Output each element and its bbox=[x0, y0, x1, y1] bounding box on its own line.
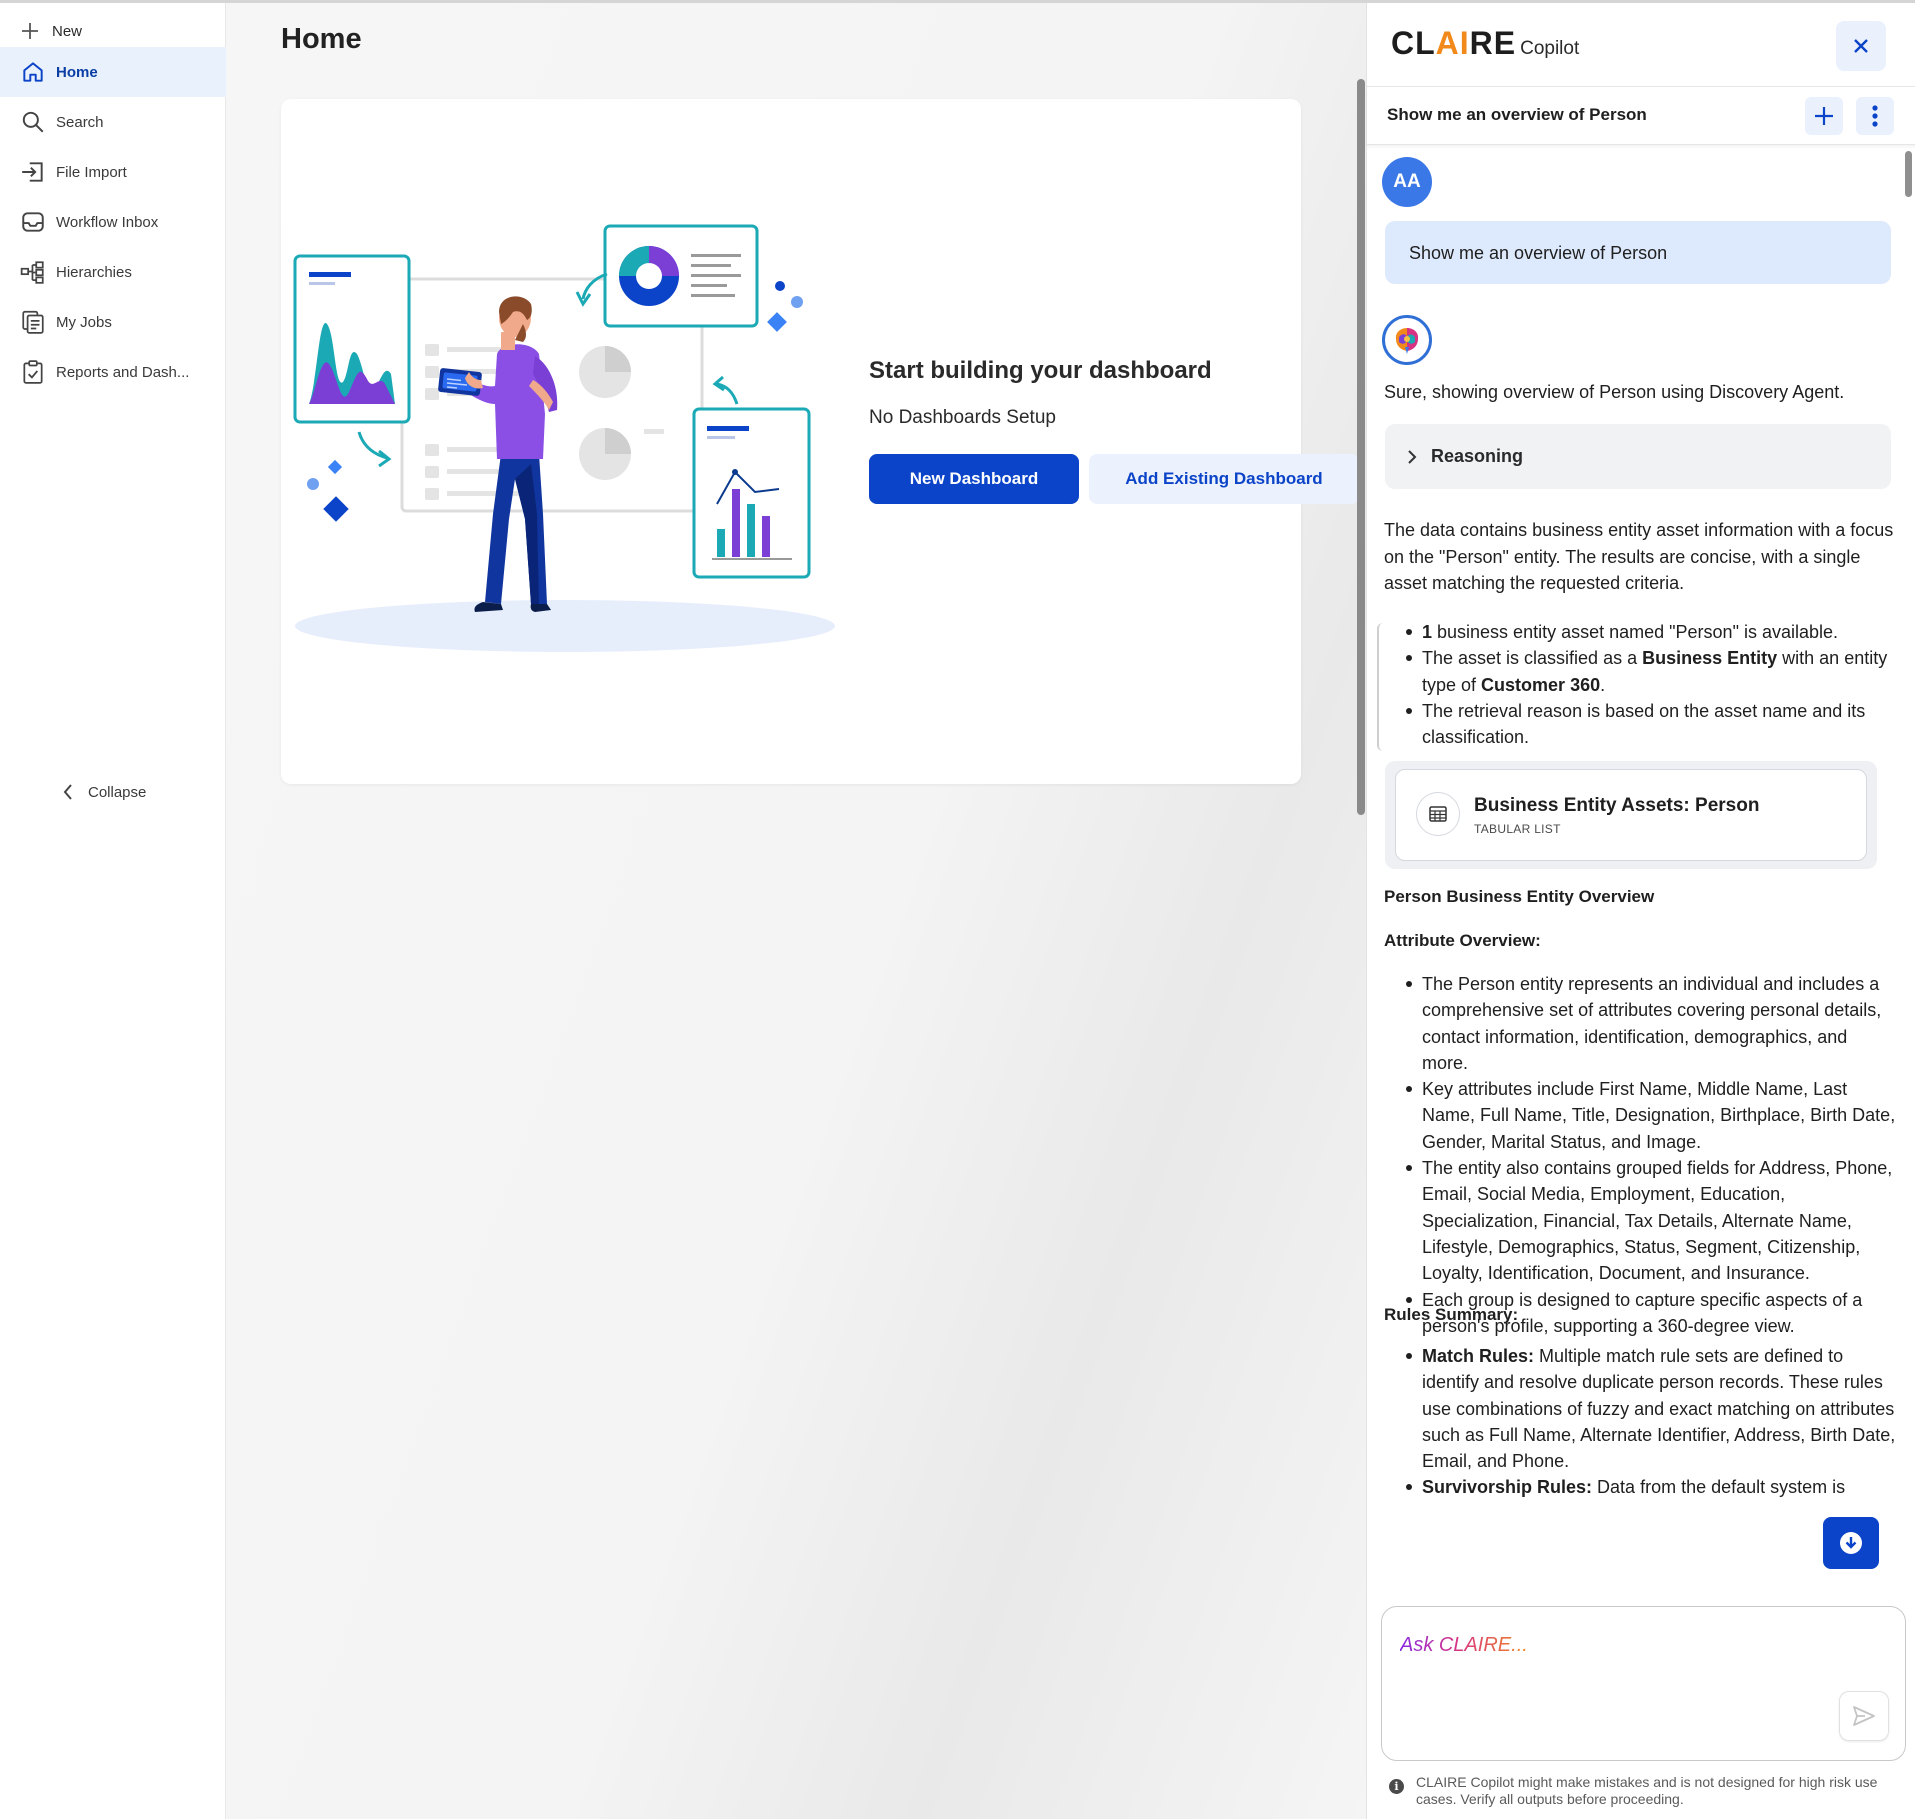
sidebar-item-label: Hierarchies bbox=[56, 263, 132, 281]
business-entity-assets-card[interactable]: Business Entity Assets: Person TABULAR L… bbox=[1395, 769, 1867, 861]
info-icon: i bbox=[1389, 1779, 1404, 1794]
attribute-bullet: The entity also contains grouped fields … bbox=[1384, 1155, 1896, 1286]
rules-heading: Rules Summary: bbox=[1384, 1305, 1519, 1324]
clipboard-check-icon bbox=[23, 360, 43, 384]
sidebar-item-reports-dashboards[interactable]: Reports and Dash... bbox=[0, 347, 226, 397]
close-copilot-button[interactable] bbox=[1836, 21, 1886, 71]
close-icon bbox=[1854, 39, 1868, 53]
sidebar-item-my-jobs[interactable]: My Jobs bbox=[0, 297, 226, 347]
sidebar-item-label: Workflow Inbox bbox=[56, 213, 159, 231]
conversation-bar: Show me an overview of Person bbox=[1367, 87, 1915, 145]
collapse-button[interactable]: Collapse bbox=[62, 783, 146, 801]
plus-icon bbox=[1815, 107, 1833, 125]
new-dashboard-button[interactable]: New Dashboard bbox=[869, 454, 1079, 504]
scroll-to-bottom-button[interactable] bbox=[1823, 1517, 1879, 1569]
artifact-container: Business Entity Assets: Person TABULAR L… bbox=[1385, 761, 1877, 869]
empty-state-subtitle: No Dashboards Setup bbox=[869, 407, 1056, 428]
more-options-button[interactable] bbox=[1856, 97, 1894, 135]
table-icon bbox=[1416, 792, 1460, 836]
sidebar-item-hierarchies[interactable]: Hierarchies bbox=[0, 247, 226, 297]
claire-copilot-logo: CLAIRE Copilot bbox=[1391, 25, 1579, 62]
dashboard-illustration bbox=[293, 224, 835, 652]
jobs-icon bbox=[22, 310, 44, 334]
empty-state-title: Start building your dashboard bbox=[869, 357, 1212, 384]
inbox-icon bbox=[22, 212, 44, 232]
file-import-icon bbox=[22, 162, 43, 182]
summary-bullet: 1 business entity asset named "Person" i… bbox=[1384, 619, 1896, 645]
reasoning-label: Reasoning bbox=[1431, 446, 1524, 466]
send-icon bbox=[1853, 1706, 1875, 1726]
chevron-right-icon bbox=[1408, 449, 1417, 464]
copilot-header: CLAIRE Copilot bbox=[1367, 3, 1915, 87]
new-button[interactable]: New bbox=[20, 17, 82, 45]
claire-logo-text: CLAIRE bbox=[1391, 25, 1517, 61]
home-icon bbox=[23, 62, 43, 82]
sidebar: New Home Search File Import Workflow Inb… bbox=[0, 3, 226, 1819]
ai-intro-text: Sure, showing overview of Person using D… bbox=[1384, 382, 1845, 402]
page-title: Home bbox=[281, 23, 362, 55]
attribute-heading: Attribute Overview: bbox=[1384, 931, 1541, 950]
attribute-bullet-list: The Person entity represents an individu… bbox=[1384, 971, 1896, 1339]
plus-icon bbox=[22, 23, 38, 39]
copilot-brand-label: Copilot bbox=[1520, 38, 1580, 59]
chat-transcript[interactable]: AA Show me an overview of Person Sure, s… bbox=[1367, 145, 1915, 1601]
attribute-bullet: Key attributes include First Name, Middl… bbox=[1384, 1076, 1896, 1155]
reasoning-toggle[interactable]: Reasoning bbox=[1385, 424, 1891, 489]
disclaimer-text: CLAIRE Copilot might make mistakes and i… bbox=[1416, 1774, 1878, 1807]
sidebar-item-search[interactable]: Search bbox=[0, 97, 226, 147]
sidebar-item-label: Search bbox=[56, 113, 104, 131]
sidebar-item-workflow-inbox[interactable]: Workflow Inbox bbox=[0, 197, 226, 247]
user-avatar: AA bbox=[1382, 157, 1432, 207]
new-conversation-button[interactable] bbox=[1805, 97, 1843, 135]
summary-paragraph: The data contains business entity asset … bbox=[1384, 520, 1894, 593]
collapse-label: Collapse bbox=[88, 783, 147, 801]
overview-heading: Person Business Entity Overview bbox=[1384, 887, 1655, 906]
artifact-title: Business Entity Assets: Person bbox=[1474, 795, 1760, 816]
send-button[interactable] bbox=[1839, 1691, 1889, 1741]
new-label: New bbox=[52, 22, 83, 40]
hierarchy-icon bbox=[20, 261, 44, 284]
claire-brain-icon bbox=[1395, 328, 1419, 354]
chat-scrollbar[interactable] bbox=[1905, 151, 1912, 197]
claire-copilot-panel: CLAIRE Copilot Show me an overview of Pe… bbox=[1366, 3, 1915, 1819]
add-existing-dashboard-button[interactable]: Add Existing Dashboard bbox=[1089, 454, 1359, 504]
summary-bullet: The asset is classified as a Business En… bbox=[1384, 645, 1896, 698]
kebab-menu-icon bbox=[1872, 105, 1878, 127]
summary-bullet: The retrieval reason is based on the ass… bbox=[1384, 698, 1896, 751]
claire-avatar bbox=[1382, 315, 1432, 365]
attribute-bullet: The Person entity represents an individu… bbox=[1384, 971, 1896, 1076]
sidebar-item-label: Reports and Dash... bbox=[56, 363, 190, 381]
dashboard-empty-card: Start building your dashboard No Dashboa… bbox=[281, 99, 1359, 784]
sidebar-item-label: My Jobs bbox=[56, 313, 112, 331]
sidebar-item-file-import[interactable]: File Import bbox=[0, 147, 226, 197]
summary-quote-bar bbox=[1377, 623, 1383, 751]
ask-claire-input[interactable]: Ask CLAIRE... bbox=[1381, 1606, 1906, 1761]
sidebar-item-label: Home bbox=[56, 63, 98, 81]
rules-bullet: Match Rules: Multiple match rule sets ar… bbox=[1384, 1343, 1896, 1474]
arrow-down-circle-icon bbox=[1840, 1532, 1862, 1554]
user-message: Show me an overview of Person bbox=[1385, 221, 1891, 284]
artifact-subtitle: TABULAR LIST bbox=[1474, 822, 1561, 836]
chevron-left-icon bbox=[63, 784, 72, 800]
conversation-title: Show me an overview of Person bbox=[1387, 105, 1647, 124]
ask-claire-placeholder: Ask CLAIRE... bbox=[1400, 1634, 1528, 1656]
disclaimer: i CLAIRE Copilot might make mistakes and… bbox=[1389, 1774, 1899, 1808]
main-scrollbar[interactable] bbox=[1357, 79, 1365, 815]
search-icon bbox=[22, 111, 44, 133]
summary-bullet-list: 1 business entity asset named "Person" i… bbox=[1384, 619, 1896, 750]
rules-bullet-list: Match Rules: Multiple match rule sets ar… bbox=[1384, 1343, 1896, 1501]
sidebar-item-home[interactable]: Home bbox=[0, 47, 226, 97]
sidebar-item-label: File Import bbox=[56, 163, 127, 181]
main-content: Home Start building your dashboard No Da… bbox=[226, 3, 1366, 1819]
rules-bullet: Survivorship Rules: Data from the defaul… bbox=[1384, 1474, 1896, 1500]
